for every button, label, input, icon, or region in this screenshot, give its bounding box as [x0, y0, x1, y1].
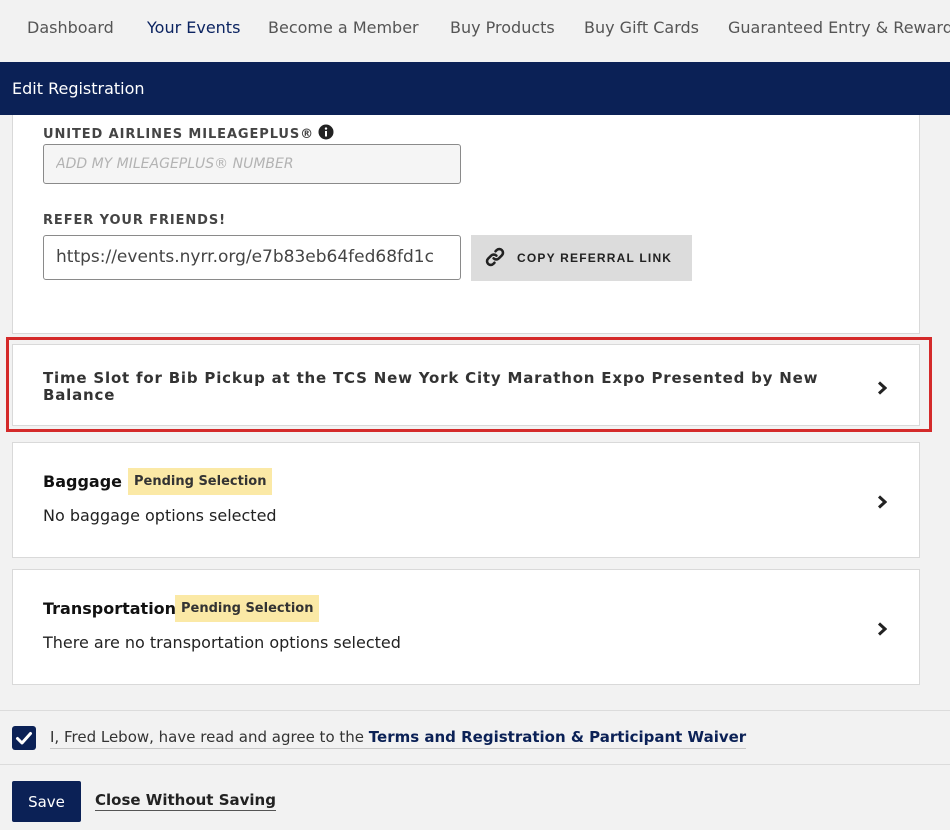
save-button[interactable]: Save [12, 781, 81, 822]
top-navigation: Dashboard Your Events Become a Member Bu… [0, 0, 950, 62]
referral-link-value: https://events.nyrr.org/e7b83eb64fed68fd… [56, 247, 434, 267]
page-header: Edit Registration [0, 62, 950, 115]
transportation-title: Transportation [43, 599, 177, 618]
nav-guaranteed-entry[interactable]: Guaranteed Entry & Rewards [728, 18, 950, 37]
agreement-bar: I, Fred Lebow, have read and agree to th… [0, 710, 950, 765]
close-without-saving-link[interactable]: Close Without Saving [95, 791, 276, 811]
highlight-frame [6, 337, 932, 432]
link-icon [485, 247, 505, 267]
baggage-description: No baggage options selected [43, 506, 277, 525]
mileageplus-label: UNITED AIRLINES MILEAGEPLUS® [43, 124, 334, 142]
info-icon[interactable] [318, 124, 334, 140]
transportation-section[interactable]: Transportation Pending Selection There a… [12, 569, 920, 685]
terms-waiver-link[interactable]: Terms and Registration & Participant Wai… [369, 728, 746, 746]
transportation-description: There are no transportation options sele… [43, 633, 401, 652]
nav-your-events[interactable]: Your Events [147, 18, 240, 37]
nav-dashboard[interactable]: Dashboard [27, 18, 114, 37]
copy-referral-link-label: COPY REFERRAL LINK [517, 251, 673, 265]
status-badge: Pending Selection [175, 595, 320, 622]
chevron-right-icon [877, 495, 887, 509]
agreement-text: I, Fred Lebow, have read and agree to th… [50, 728, 747, 749]
referral-link-field[interactable]: https://events.nyrr.org/e7b83eb64fed68fd… [43, 235, 461, 280]
page-title: Edit Registration [12, 79, 145, 98]
agreement-checkbox[interactable] [12, 726, 36, 750]
account-extras-card: UNITED AIRLINES MILEAGEPLUS® REFER YOUR … [12, 115, 920, 334]
chevron-right-icon [877, 622, 887, 636]
nav-buy-products[interactable]: Buy Products [450, 18, 555, 37]
copy-referral-link-button[interactable]: COPY REFERRAL LINK [471, 235, 692, 281]
baggage-title: Baggage [43, 472, 122, 491]
nav-become-member[interactable]: Become a Member [268, 18, 419, 37]
checkmark-icon [16, 732, 32, 745]
mileageplus-input[interactable] [43, 144, 461, 184]
baggage-section[interactable]: Baggage Pending Selection No baggage opt… [12, 442, 920, 558]
status-badge: Pending Selection [128, 468, 273, 495]
nav-buy-gift-cards[interactable]: Buy Gift Cards [584, 18, 699, 37]
referral-label: REFER YOUR FRIENDS! [43, 213, 226, 228]
